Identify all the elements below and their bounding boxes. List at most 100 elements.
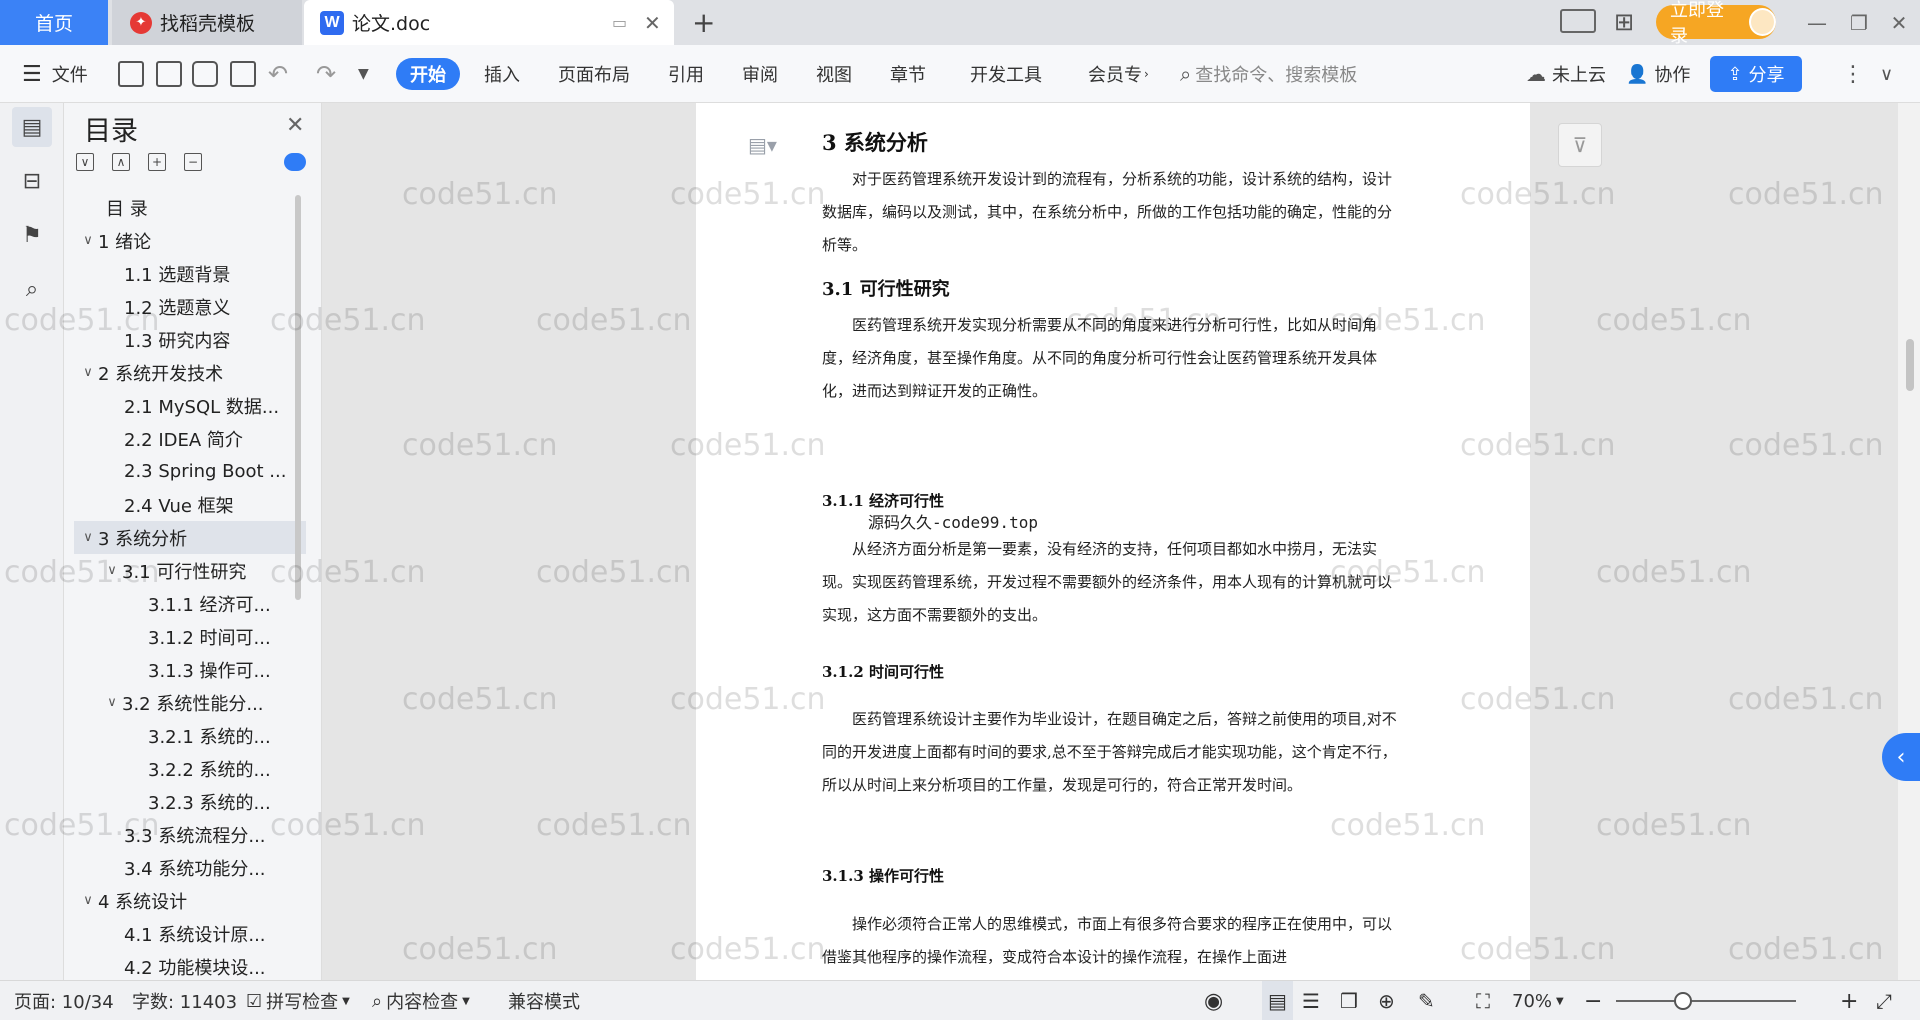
toc-panel-icon[interactable]: ▤ xyxy=(12,107,52,147)
command-search[interactable]: ⌕ 查找命令、搜索模板 xyxy=(1180,45,1357,103)
word-count[interactable]: 字数: 11403 xyxy=(132,981,237,1020)
toc-item[interactable]: 3.1.2 时间可... xyxy=(74,620,306,653)
undo-icon[interactable]: ↶ xyxy=(268,45,288,103)
page-view-icon[interactable]: ▤ xyxy=(1262,981,1293,1020)
tab-page-layout[interactable]: 页面布局 xyxy=(558,45,630,103)
tab-references[interactable]: 引用 xyxy=(668,45,704,103)
remove-level-icon[interactable]: − xyxy=(184,153,202,171)
new-tab-icon[interactable]: + xyxy=(692,6,715,39)
float-window-icon[interactable]: ▭ xyxy=(612,13,627,32)
export-pdf-icon[interactable] xyxy=(156,61,182,87)
toc-item[interactable]: 4.2 功能模块设... xyxy=(74,950,306,980)
login-button[interactable]: 立即登录 xyxy=(1656,0,1776,47)
toc-item[interactable]: 3.2.3 系统的... xyxy=(74,785,306,818)
toc-item[interactable]: 2.3 Spring Boot ... xyxy=(74,455,306,488)
toc-item[interactable]: 3.2.1 系统的... xyxy=(74,719,306,752)
zoom-slider-knob[interactable] xyxy=(1674,992,1692,1010)
web-view-icon[interactable]: ⊕ xyxy=(1378,981,1395,1020)
collapse-all-icon[interactable]: ∨ xyxy=(76,153,94,171)
expand-up-icon[interactable]: ∧ xyxy=(112,153,130,171)
toc-item[interactable]: 1.2 选题意义 xyxy=(74,290,306,323)
zoom-level[interactable]: 70% ▼ xyxy=(1512,981,1564,1020)
minimize-icon[interactable]: — xyxy=(1794,0,1840,45)
chevron-left-icon[interactable]: ‹ xyxy=(1882,733,1920,781)
toc-scrollbar[interactable] xyxy=(295,195,301,600)
paragraph: 操作必须符合正常人的思维模式，市面上有很多符合要求的程序正在使用中，可以借鉴其他… xyxy=(822,915,1393,966)
chevron-down-icon[interactable]: ∨ xyxy=(78,365,98,380)
toc-item[interactable]: 目 录 xyxy=(74,191,306,224)
chevron-down-icon[interactable]: ∨ xyxy=(78,893,98,908)
toc-item[interactable]: 3.3 系统流程分... xyxy=(74,818,306,851)
toc-item[interactable]: ∨ 3.1 可行性研究 xyxy=(74,554,306,587)
tab-start[interactable]: 开始 xyxy=(396,58,460,90)
ai-assistant-icon[interactable] xyxy=(284,153,306,171)
save-icon[interactable] xyxy=(118,61,144,87)
fullscreen-icon[interactable]: ⤢ xyxy=(1876,981,1892,1020)
tab-review[interactable]: 审阅 xyxy=(742,45,778,103)
toc-item[interactable]: 2.4 Vue 框架 xyxy=(74,488,306,521)
print-icon[interactable] xyxy=(192,61,218,87)
collab-button[interactable]: 👤 协作 xyxy=(1626,45,1690,103)
fit-page-icon[interactable]: ⛶ xyxy=(1476,981,1490,1020)
tab-view[interactable]: 视图 xyxy=(816,45,852,103)
layout-icon[interactable] xyxy=(1560,9,1596,33)
window-close-icon[interactable]: ✕ xyxy=(1876,0,1920,45)
chevron-down-icon[interactable]: ∨ xyxy=(102,563,122,578)
tab-member[interactable]: 会员专 › xyxy=(1088,45,1149,103)
chevron-down-icon[interactable]: ∨ xyxy=(78,233,98,248)
add-level-icon[interactable]: + xyxy=(148,153,166,171)
close-toc-icon[interactable]: ✕ xyxy=(286,113,304,138)
scrollbar-thumb[interactable] xyxy=(1906,339,1914,391)
toc-item[interactable]: 1.3 研究内容 xyxy=(74,323,306,356)
more-dropdown-icon[interactable]: ▼ xyxy=(358,45,369,103)
toc-item[interactable]: 4.1 系统设计原... xyxy=(74,917,306,950)
file-menu[interactable]: ☰ 文件 xyxy=(22,45,88,103)
more-icon[interactable]: ⋮ xyxy=(1842,45,1864,103)
cloud-status[interactable]: ☁ 未上云 xyxy=(1526,45,1606,103)
toc-item[interactable]: 2.2 IDEA 简介 xyxy=(74,422,306,455)
toc-item[interactable]: 3.1.3 操作可... xyxy=(74,653,306,686)
tab-template[interactable]: ✦ 找稻壳模板 xyxy=(112,0,302,45)
chevron-down-icon[interactable]: ∨ xyxy=(78,530,98,545)
tab-chapter[interactable]: 章节 xyxy=(890,45,926,103)
paragraph-menu-icon[interactable]: ▤▾ xyxy=(748,133,777,157)
print-preview-icon[interactable] xyxy=(230,61,256,87)
chevron-down-icon[interactable]: ∨ xyxy=(1880,45,1893,103)
pen-icon[interactable]: ✎ xyxy=(1418,981,1435,1020)
redo-icon[interactable]: ↷ xyxy=(316,45,336,103)
chevron-down-icon[interactable]: ∨ xyxy=(102,695,122,710)
zoom-out-icon[interactable]: − xyxy=(1584,981,1602,1020)
eye-protection-icon[interactable]: ◉ xyxy=(1204,981,1223,1020)
spell-check-button[interactable]: ☑ 拼写检查 ▼ xyxy=(246,981,350,1020)
toc-item[interactable]: ∨ 2 系统开发技术 xyxy=(74,356,306,389)
toc-item[interactable]: ∨ 4 系统设计 xyxy=(74,884,306,917)
content-check-button[interactable]: ⌕ 内容检查 ▼ xyxy=(372,981,470,1020)
toc-item[interactable]: 3.2.2 系统的... xyxy=(74,752,306,785)
tab-document[interactable]: W 论文.doc ▭ ✕ xyxy=(304,0,674,45)
vertical-scrollbar[interactable] xyxy=(1898,103,1920,980)
tab-developer[interactable]: 开发工具 xyxy=(970,45,1042,103)
search-panel-icon[interactable]: ⌕ xyxy=(12,269,52,309)
page-indicator[interactable]: 页面: 10/34 xyxy=(14,981,114,1020)
document-page[interactable]: ▤▾ 3 系统分析 对于医药管理系统开发设计到的流程有，分析系统的功能，设计系统… xyxy=(696,103,1530,980)
navigation-icon[interactable]: ⊟ xyxy=(12,161,52,201)
toc-item[interactable]: 2.1 MySQL 数据... xyxy=(74,389,306,422)
reading-view-icon[interactable]: ❒ xyxy=(1340,981,1358,1020)
tab-home[interactable]: 首页 xyxy=(0,0,108,45)
toc-item[interactable]: ∨ 3.2 系统性能分... xyxy=(74,686,306,719)
tab-insert[interactable]: 插入 xyxy=(484,45,520,103)
toc-item[interactable]: 3.4 系统功能分... xyxy=(74,851,306,884)
apps-grid-icon[interactable]: ⊞ xyxy=(1614,8,1634,36)
zoom-level-label: 70% xyxy=(1512,990,1553,1012)
zoom-in-icon[interactable]: + xyxy=(1840,981,1858,1020)
outline-view-icon[interactable]: ☰ xyxy=(1302,981,1320,1020)
toc-item[interactable]: 3.1.1 经济可... xyxy=(74,587,306,620)
toc-item[interactable]: ∨ 1 绪论 xyxy=(74,224,306,257)
bookmark-icon[interactable]: ⚑ xyxy=(12,215,52,255)
toc-item-selected[interactable]: ∨ 3 系统分析 xyxy=(74,521,306,554)
filter-icon[interactable]: ⊽ xyxy=(1558,123,1602,167)
share-button[interactable]: ⇪ 分享 xyxy=(1710,56,1802,92)
zoom-slider[interactable] xyxy=(1616,1000,1796,1002)
close-tab-icon[interactable]: ✕ xyxy=(644,11,661,35)
toc-item[interactable]: 1.1 选题背景 xyxy=(74,257,306,290)
